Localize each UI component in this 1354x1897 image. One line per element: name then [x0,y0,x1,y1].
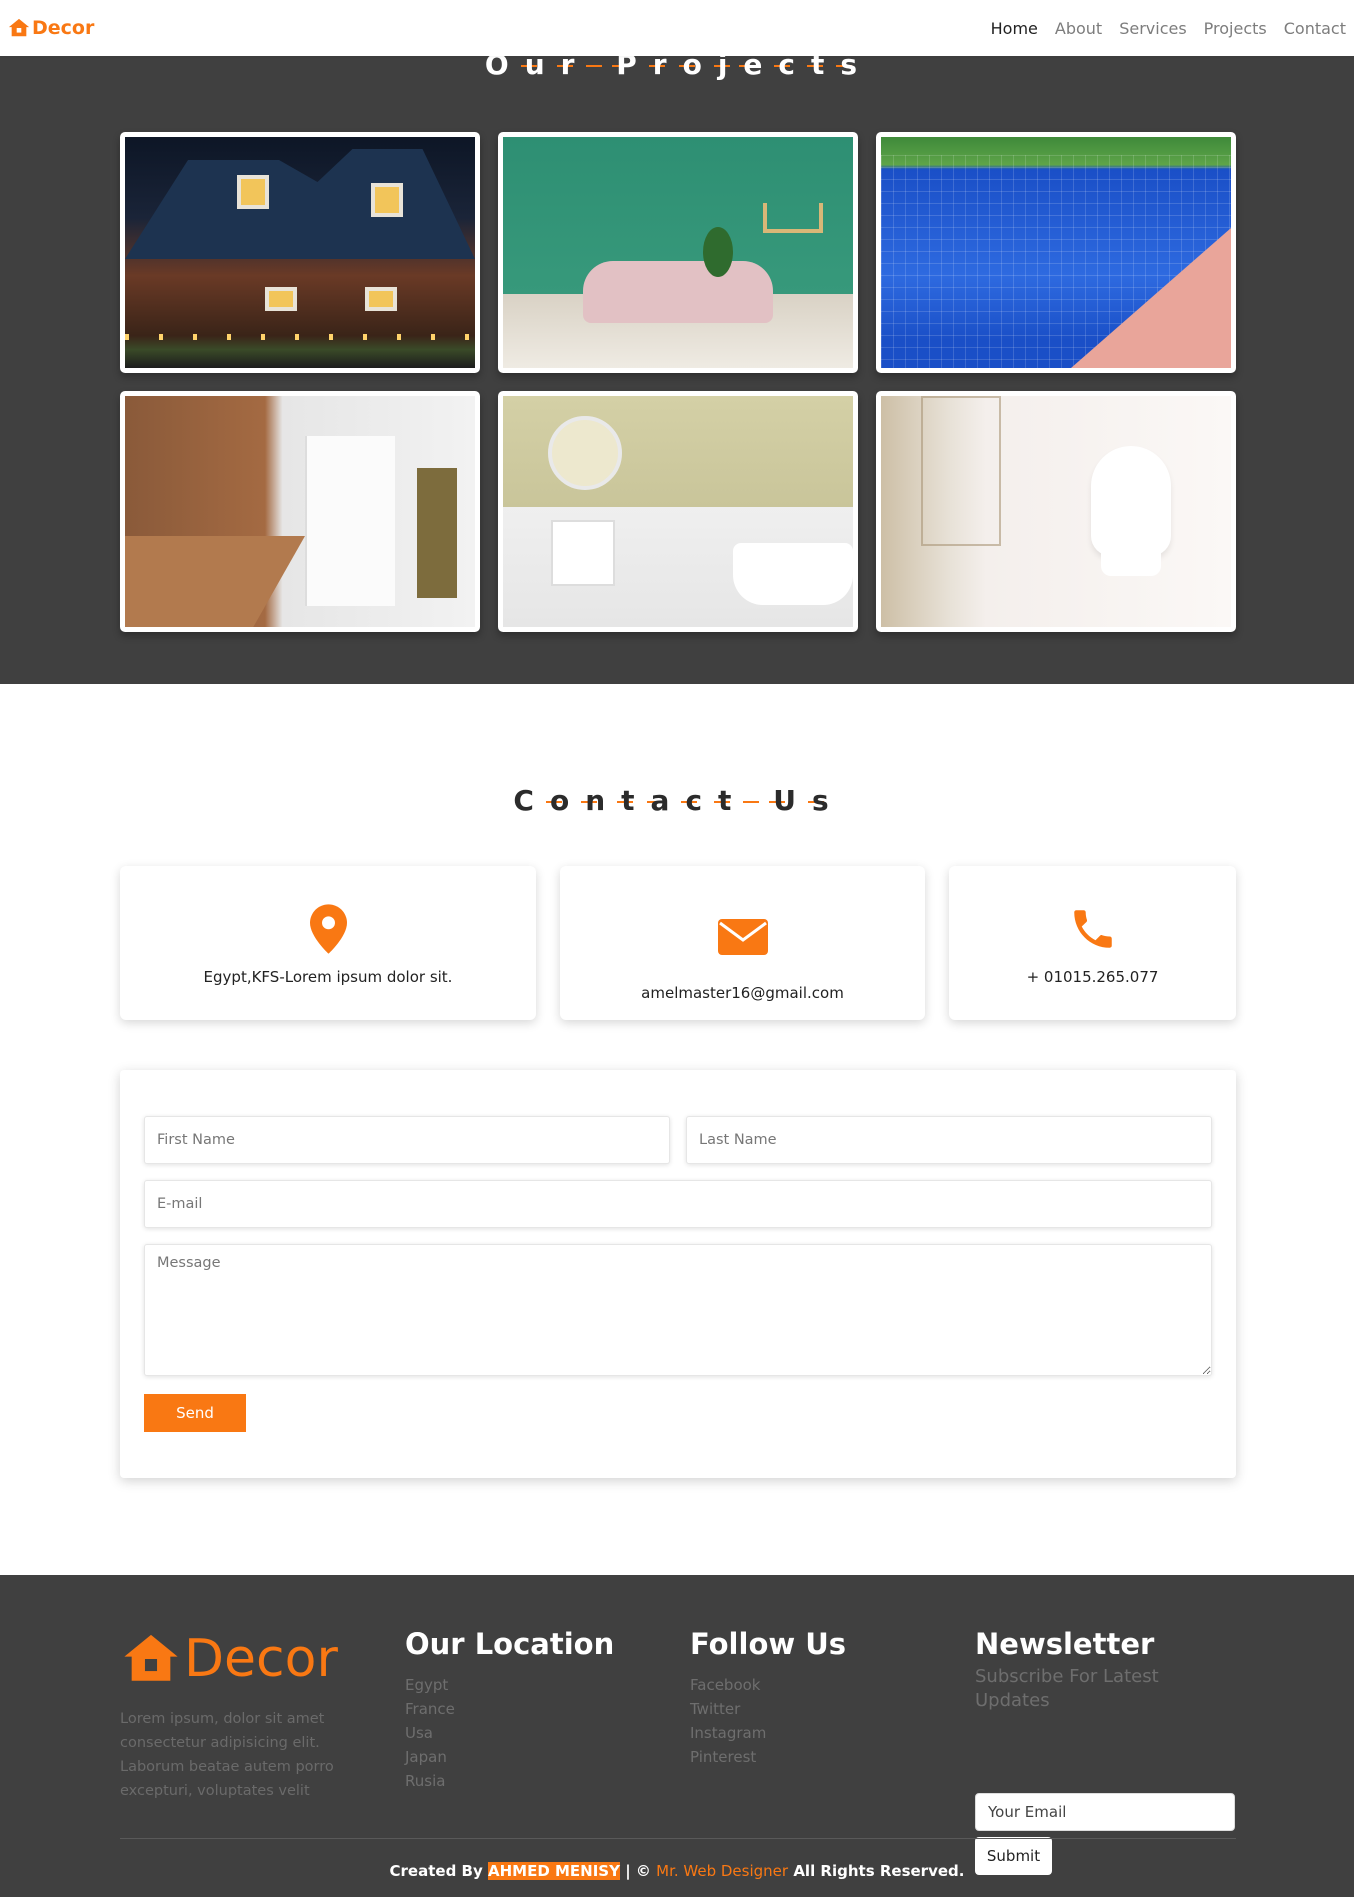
phone-text[interactable]: + 01015.265.077 [1027,968,1159,986]
nav-link-services[interactable]: Services [1119,19,1186,38]
footer-link-twitter[interactable]: Twitter [690,1697,846,1721]
navbar: Decor Home About Services Projects Conta… [0,0,1354,56]
footer-location-item[interactable]: France [405,1697,614,1721]
project-card-living-room[interactable] [498,132,858,373]
footer: Decor Lorem ipsum, dolor sit amet consec… [0,1575,1354,1897]
contact-title-text: Contact Us [513,784,841,817]
contact-section: Contact Us Egypt,KFS-Lorem ipsum dolor s… [0,684,1354,1575]
address-card: Egypt,KFS-Lorem ipsum dolor sit. [120,866,536,1020]
footer-link-pinterest[interactable]: Pinterest [690,1745,846,1769]
footer-follow-title: Follow Us [690,1627,847,1661]
brand-logo[interactable]: Decor [8,17,94,39]
newsletter-subtitle: Subscribe For Latest Updates [975,1666,1159,1711]
footer-divider [120,1838,1236,1839]
nav-link-home[interactable]: Home [991,19,1038,38]
footer-location-item[interactable]: Japan [405,1745,614,1769]
email-text[interactable]: amelmaster16@gmail.com [641,984,844,1002]
envelope-icon [717,919,768,955]
send-button[interactable]: Send [144,1394,246,1432]
footer-link-facebook[interactable]: Facebook [690,1673,846,1697]
project-image-house [125,137,475,368]
footer-location: Our Location Egypt France Usa Japan Rusi… [405,1627,614,1793]
location-pin-icon [309,904,347,954]
footer-location-item[interactable]: Usa [405,1721,614,1745]
project-image-pool [881,137,1231,368]
copyright: Created By AHMED MENISY | © Mr. Web Desi… [0,1862,1354,1880]
copyright-prefix: Created By [389,1862,483,1880]
nav-link-about[interactable]: About [1055,19,1102,38]
project-card-bathroom[interactable] [498,391,858,632]
address-text: Egypt,KFS-Lorem ipsum dolor sit. [203,968,453,986]
project-card-kitchen[interactable] [120,391,480,632]
project-card-house[interactable] [120,132,480,373]
nav-link-projects[interactable]: Projects [1204,19,1267,38]
contact-title: Contact Us [0,784,1354,817]
copyright-middle: | © [625,1862,651,1880]
last-name-field[interactable] [686,1116,1212,1164]
projects-section: Our Projects [0,48,1354,684]
copyright-author: AHMED MENISY [487,1862,620,1880]
project-card-pool[interactable] [876,132,1236,373]
brand-name: Decor [32,17,95,39]
project-image-kitchen [125,396,475,627]
project-image-bathroom [503,396,853,627]
footer-logo[interactable]: Decor [120,1629,338,1689]
first-name-field[interactable] [144,1116,670,1164]
project-image-toilet [881,396,1231,627]
contact-form: Send [120,1070,1236,1478]
footer-brand-name: Decor [184,1629,338,1689]
footer-about-text: Lorem ipsum, dolor sit amet consectetur … [120,1711,334,1799]
project-card-toilet[interactable] [876,391,1236,632]
nav-link-contact[interactable]: Contact [1284,19,1346,38]
nav-links: Home About Services Projects Contact [991,19,1346,38]
project-image-living-room [503,137,853,368]
copyright-suffix: All Rights Reserved. [793,1862,965,1880]
copyright-designer-link[interactable]: Mr. Web Designer [656,1862,788,1880]
email-card: amelmaster16@gmail.com [560,866,925,1020]
house-icon [8,18,30,37]
phone-icon [1073,910,1112,948]
newsletter-email-input[interactable] [975,1793,1235,1831]
house-icon [124,1634,178,1681]
footer-location-item[interactable]: Egypt [405,1673,614,1697]
phone-card: + 01015.265.077 [949,866,1236,1020]
footer-link-instagram[interactable]: Instagram [690,1721,846,1745]
footer-newsletter: Newsletter Subscribe For Latest Updates … [975,1627,1237,1887]
message-field[interactable] [144,1244,1212,1376]
footer-location-item[interactable]: Rusia [405,1769,614,1793]
footer-follow: Follow Us Facebook Twitter Instagram Pin… [690,1627,846,1769]
email-field[interactable] [144,1180,1212,1228]
newsletter-title: Newsletter [975,1627,1155,1661]
footer-location-title: Our Location [405,1627,615,1661]
projects-grid [120,132,1236,632]
